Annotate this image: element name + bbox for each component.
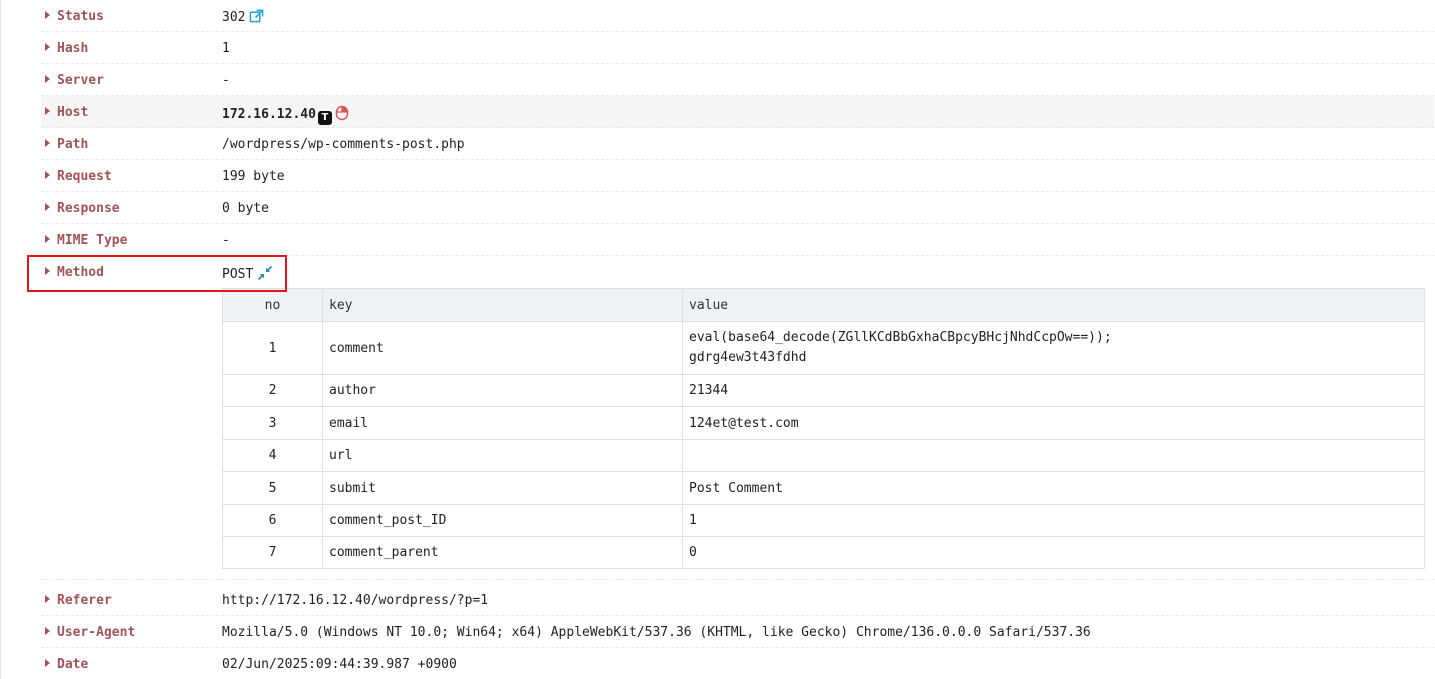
row-method: Method POST (41, 256, 1434, 288)
detail-rows: Status 302 Hash 1 Server - Host 172.16.1… (41, 0, 1434, 580)
col-header-key[interactable]: key (322, 288, 683, 322)
cell-value: Post Comment (682, 471, 1425, 505)
cell-value-line: gdrg4ew3t43fdhd (689, 350, 807, 365)
table-row: 7 comment_parent 0 (222, 536, 1425, 569)
row-value-referer: http://172.16.12.40/wordpress/?p=1 (222, 593, 489, 608)
row-value-date: 02/Jun/2025:09:44:39.987 +0900 (222, 657, 457, 672)
caret-right-icon (45, 11, 50, 19)
detail-rows-bottom: Referer http://172.16.12.40/wordpress/?p… (41, 584, 1434, 679)
col-header-no[interactable]: no (222, 288, 323, 322)
row-label-user-agent[interactable]: User-Agent (45, 625, 135, 640)
row-request: Request 199 byte (41, 160, 1434, 192)
cell-key: author (322, 374, 683, 407)
cell-value: 1 (682, 504, 1425, 537)
row-date: Date 02/Jun/2025:09:44:39.987 +0900 (41, 648, 1434, 679)
row-label-referer[interactable]: Referer (45, 593, 112, 608)
row-label-status[interactable]: Status (45, 9, 104, 24)
cell-value: 21344 (682, 374, 1425, 407)
cell-no: 7 (222, 536, 323, 569)
cell-value-line: eval(base64_decode(ZGllKCdBbGxhaCBpcyBHc… (689, 330, 1112, 345)
row-value-host: 172.16.12.40 T (222, 105, 349, 125)
row-label-request[interactable]: Request (45, 169, 112, 184)
caret-right-icon (45, 627, 50, 635)
cell-key: comment_parent (322, 536, 683, 569)
caret-right-icon (45, 659, 50, 667)
caret-right-icon (45, 267, 50, 275)
cell-no: 1 (222, 321, 323, 375)
row-value-request: 199 byte (222, 169, 285, 184)
row-label-hash[interactable]: Hash (45, 41, 88, 56)
table-row: 4 url (222, 439, 1425, 472)
row-path: Path /wordpress/wp-comments-post.php (41, 128, 1434, 160)
caret-right-icon (45, 171, 50, 179)
row-label-date[interactable]: Date (45, 657, 88, 672)
row-value-response: 0 byte (222, 201, 269, 216)
table-row: 3 email 124et@test.com (222, 406, 1425, 440)
col-header-value[interactable]: value (682, 288, 1425, 322)
cell-no: 2 (222, 374, 323, 407)
external-link-icon[interactable] (249, 9, 264, 24)
row-label-response[interactable]: Response (45, 201, 120, 216)
row-value-status: 302 (222, 9, 264, 25)
row-value-hash: 1 (222, 41, 230, 56)
row-value-server: - (222, 73, 230, 88)
cell-key: comment (322, 321, 683, 375)
row-label-host[interactable]: Host (45, 105, 88, 120)
row-referer: Referer http://172.16.12.40/wordpress/?p… (41, 584, 1434, 616)
row-label-path[interactable]: Path (45, 137, 88, 152)
row-value-method: POST (222, 265, 273, 282)
collapse-arrows-icon[interactable] (257, 265, 273, 281)
mouse-icon[interactable] (335, 105, 349, 121)
request-detail-panel: Status 302 Hash 1 Server - Host 172.16.1… (0, 0, 1435, 679)
params-header-row: no key value (222, 288, 1425, 322)
row-server: Server - (41, 64, 1434, 96)
row-value-path: /wordpress/wp-comments-post.php (222, 137, 465, 152)
params-table: no key value 1 comment eval(base64_decod… (222, 288, 1425, 569)
params-section: no key value 1 comment eval(base64_decod… (41, 288, 1434, 580)
row-mime-type: MIME Type - (41, 224, 1434, 256)
cell-no: 5 (222, 471, 323, 505)
cell-value: eval(base64_decode(ZGllKCdBbGxhaCBpcyBHc… (682, 321, 1425, 375)
cell-key: email (322, 406, 683, 440)
t-badge-icon[interactable]: T (317, 111, 332, 125)
row-value-mime-type: - (222, 233, 230, 248)
row-label-mime-type[interactable]: MIME Type (45, 233, 127, 248)
caret-right-icon (45, 139, 50, 147)
caret-right-icon (45, 75, 50, 83)
cell-key: url (322, 439, 683, 472)
cell-no: 4 (222, 439, 323, 472)
row-label-server[interactable]: Server (45, 73, 104, 88)
cell-key: submit (322, 471, 683, 505)
cell-value (682, 439, 1425, 472)
cell-no: 6 (222, 504, 323, 537)
caret-right-icon (45, 595, 50, 603)
cell-value: 124et@test.com (682, 406, 1425, 440)
cell-key: comment_post_ID (322, 504, 683, 537)
row-user-agent: User-Agent Mozilla/5.0 (Windows NT 10.0;… (41, 616, 1434, 648)
row-hash: Hash 1 (41, 32, 1434, 64)
caret-right-icon (45, 107, 50, 115)
caret-right-icon (45, 203, 50, 211)
caret-right-icon (45, 235, 50, 243)
caret-right-icon (45, 43, 50, 51)
table-row: 1 comment eval(base64_decode(ZGllKCdBbGx… (222, 321, 1425, 375)
row-host: Host 172.16.12.40 T (41, 96, 1434, 128)
table-row: 6 comment_post_ID 1 (222, 504, 1425, 537)
cell-no: 3 (222, 406, 323, 440)
row-label-method[interactable]: Method (45, 265, 104, 280)
row-status: Status 302 (41, 0, 1434, 32)
table-row: 5 submit Post Comment (222, 471, 1425, 505)
row-response: Response 0 byte (41, 192, 1434, 224)
table-row: 2 author 21344 (222, 374, 1425, 407)
row-value-user-agent: Mozilla/5.0 (Windows NT 10.0; Win64; x64… (222, 625, 1091, 640)
cell-value: 0 (682, 536, 1425, 569)
